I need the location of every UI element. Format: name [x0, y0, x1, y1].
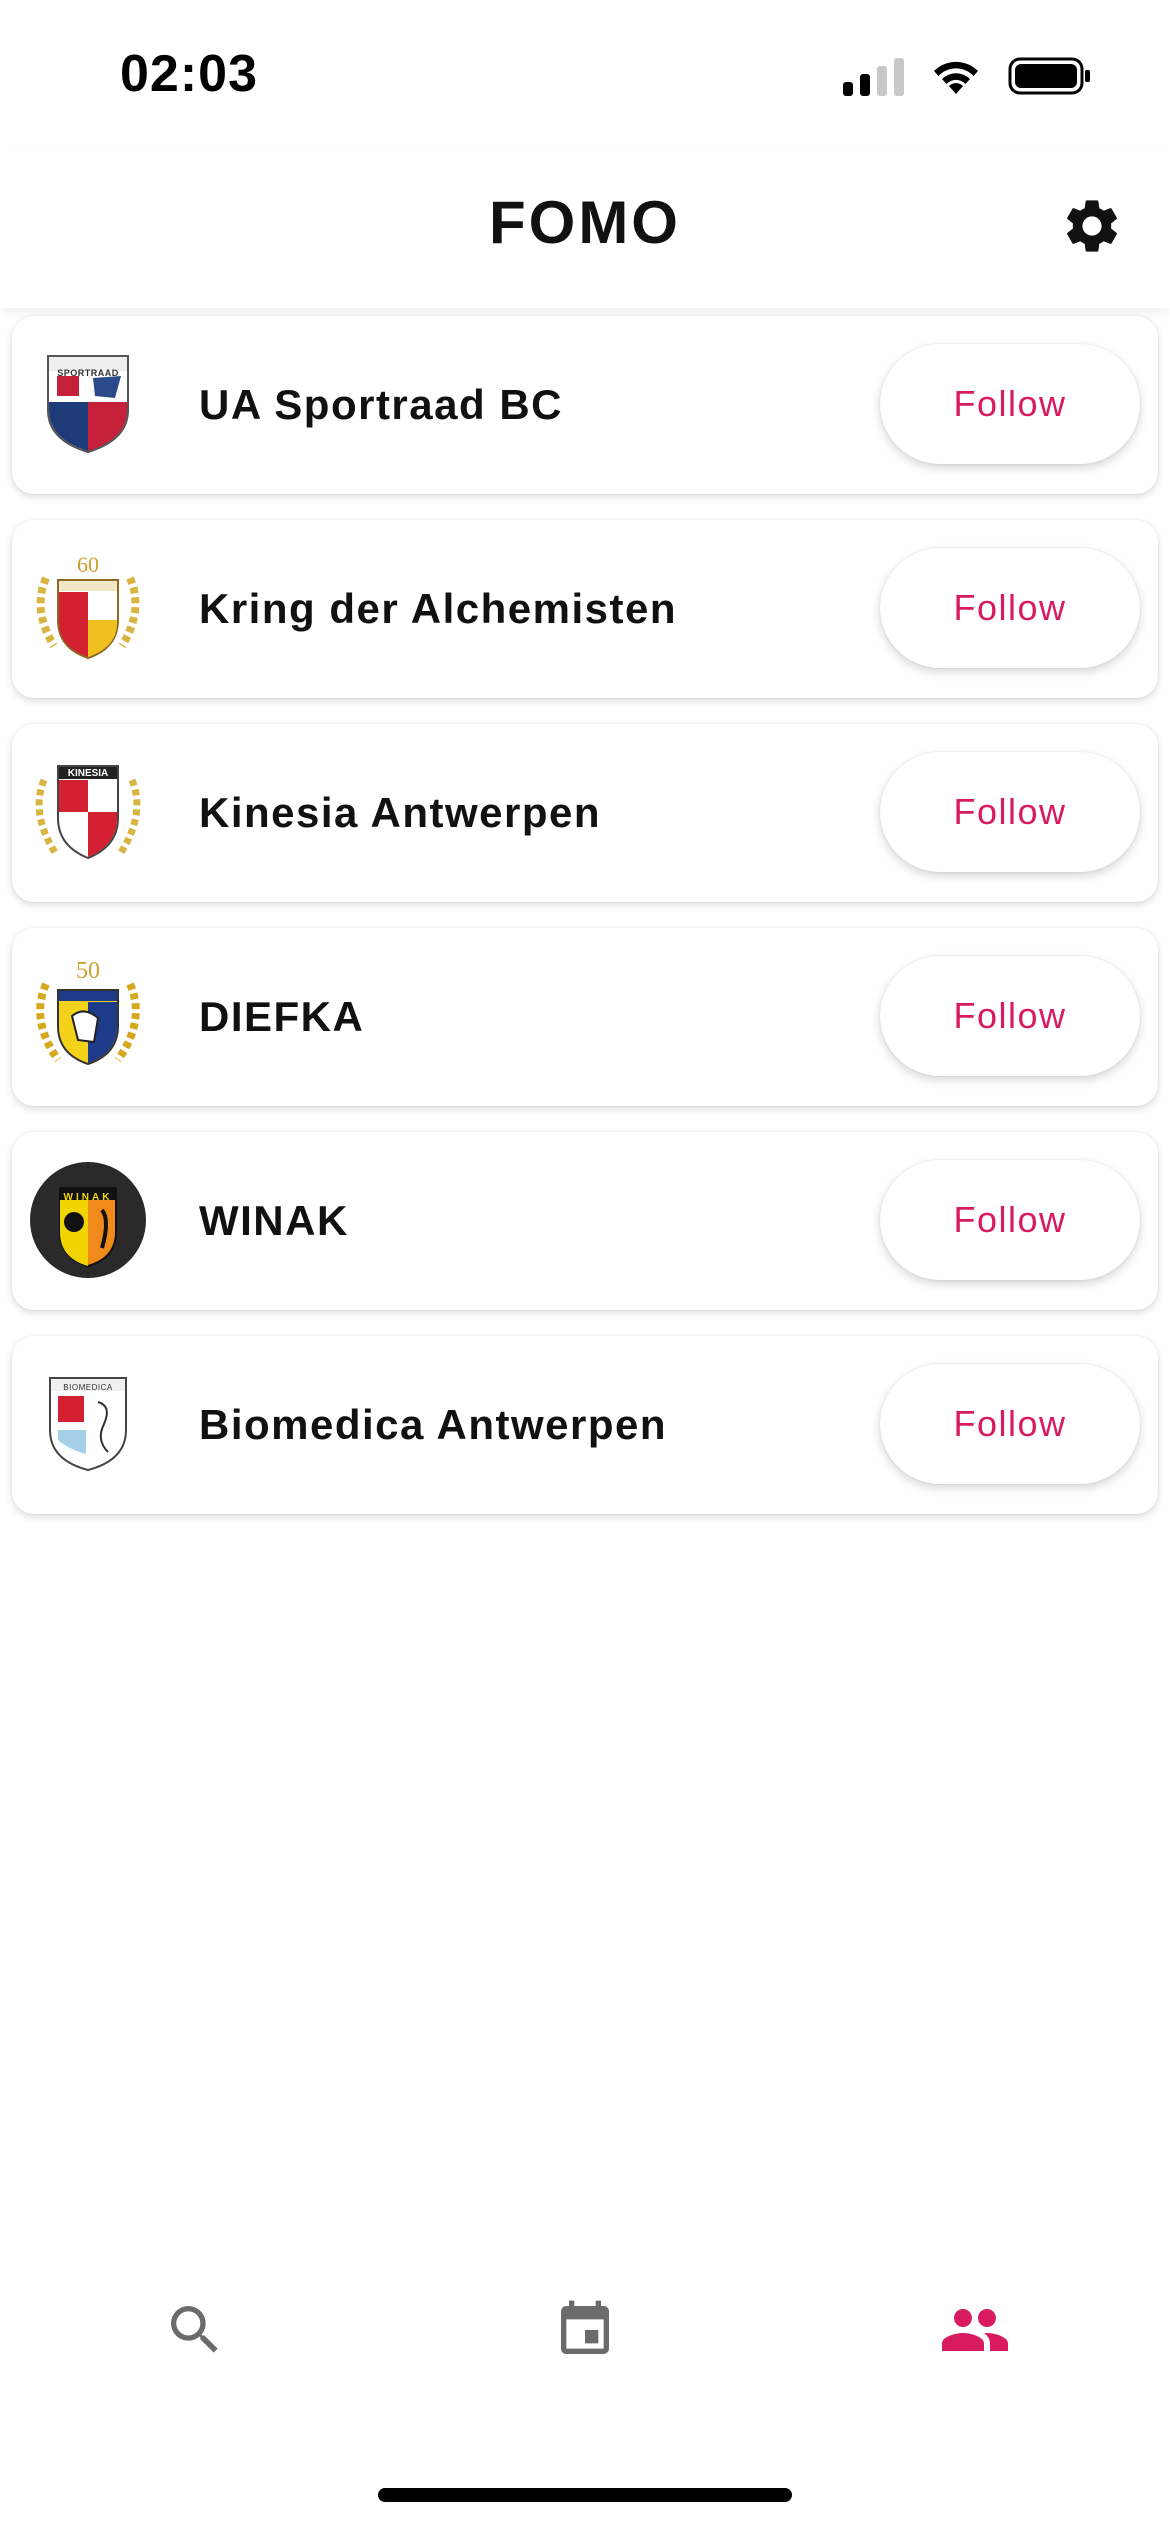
people-icon [942, 2309, 1008, 2351]
logo-text: BIOMEDICA [63, 1383, 113, 1392]
screen: 02:03 FOMO SPORTRAAD UA Sportraad BC Fol… [0, 0, 1170, 2532]
list-item: WINAK WINAK Follow [12, 1132, 1158, 1310]
bottom-nav [0, 2240, 1170, 2420]
club-name: DIEFKA [199, 993, 365, 1040]
club-name: Kinesia Antwerpen [199, 789, 602, 836]
club-name: Biomedica Antwerpen [199, 1401, 668, 1448]
club-name: Kring der Alchemisten [199, 585, 678, 632]
battery-icon [1008, 57, 1090, 95]
cellular-signal-icon [843, 56, 904, 96]
follow-button[interactable]: Follow [880, 1364, 1140, 1484]
logo-text: 50 [76, 958, 100, 984]
club-logo: 50 [28, 956, 148, 1076]
status-time: 02:03 [120, 45, 258, 103]
club-list: SPORTRAAD UA Sportraad BC Follow 60 Krin… [12, 316, 1158, 1540]
round-emblem-icon [30, 1162, 146, 1278]
club-logo: BIOMEDICA [28, 1364, 148, 1484]
search-icon [171, 2306, 218, 2353]
club-name: WINAK [199, 1197, 349, 1244]
follow-button[interactable]: Follow [880, 956, 1140, 1076]
calendar-icon [561, 2300, 609, 2354]
follow-button[interactable]: Follow [880, 548, 1140, 668]
wifi-icon [934, 61, 978, 94]
club-name: UA Sportraad BC [199, 381, 563, 428]
list-item: 50 DIEFKA Follow [12, 928, 1158, 1106]
nav-item-search[interactable] [0, 2240, 390, 2420]
logo-text: SPORTRAAD [57, 368, 119, 378]
status-icons [843, 56, 1092, 96]
home-indicator[interactable] [378, 2488, 792, 2502]
logo-text: WINAK [63, 1192, 113, 1203]
logo-text: KINESIA [67, 768, 109, 779]
club-logo: SPORTRAAD [28, 344, 148, 464]
club-logo: 60 [28, 548, 148, 668]
list-item: KINESIA Kinesia Antwerpen Follow [12, 724, 1158, 902]
status-bar: 02:03 [0, 0, 1170, 150]
gear-icon [1067, 200, 1117, 252]
list-item: SPORTRAAD UA Sportraad BC Follow [12, 316, 1158, 494]
app-header: FOMO [0, 150, 1170, 308]
nav-item-clubs[interactable] [780, 2240, 1170, 2420]
list-item: BIOMEDICA Biomedica Antwerpen Follow [12, 1336, 1158, 1514]
club-logo: KINESIA [28, 752, 148, 872]
page-title: FOMO [489, 189, 681, 256]
follow-button[interactable]: Follow [880, 752, 1140, 872]
list-item: 60 Kring der Alchemisten Follow [12, 520, 1158, 698]
settings-button[interactable] [1056, 190, 1128, 262]
club-logo: WINAK [28, 1160, 148, 1280]
follow-button[interactable]: Follow [880, 1160, 1140, 1280]
follow-button[interactable]: Follow [880, 344, 1140, 464]
logo-text: 60 [77, 552, 99, 577]
nav-item-calendar[interactable] [390, 2240, 780, 2420]
